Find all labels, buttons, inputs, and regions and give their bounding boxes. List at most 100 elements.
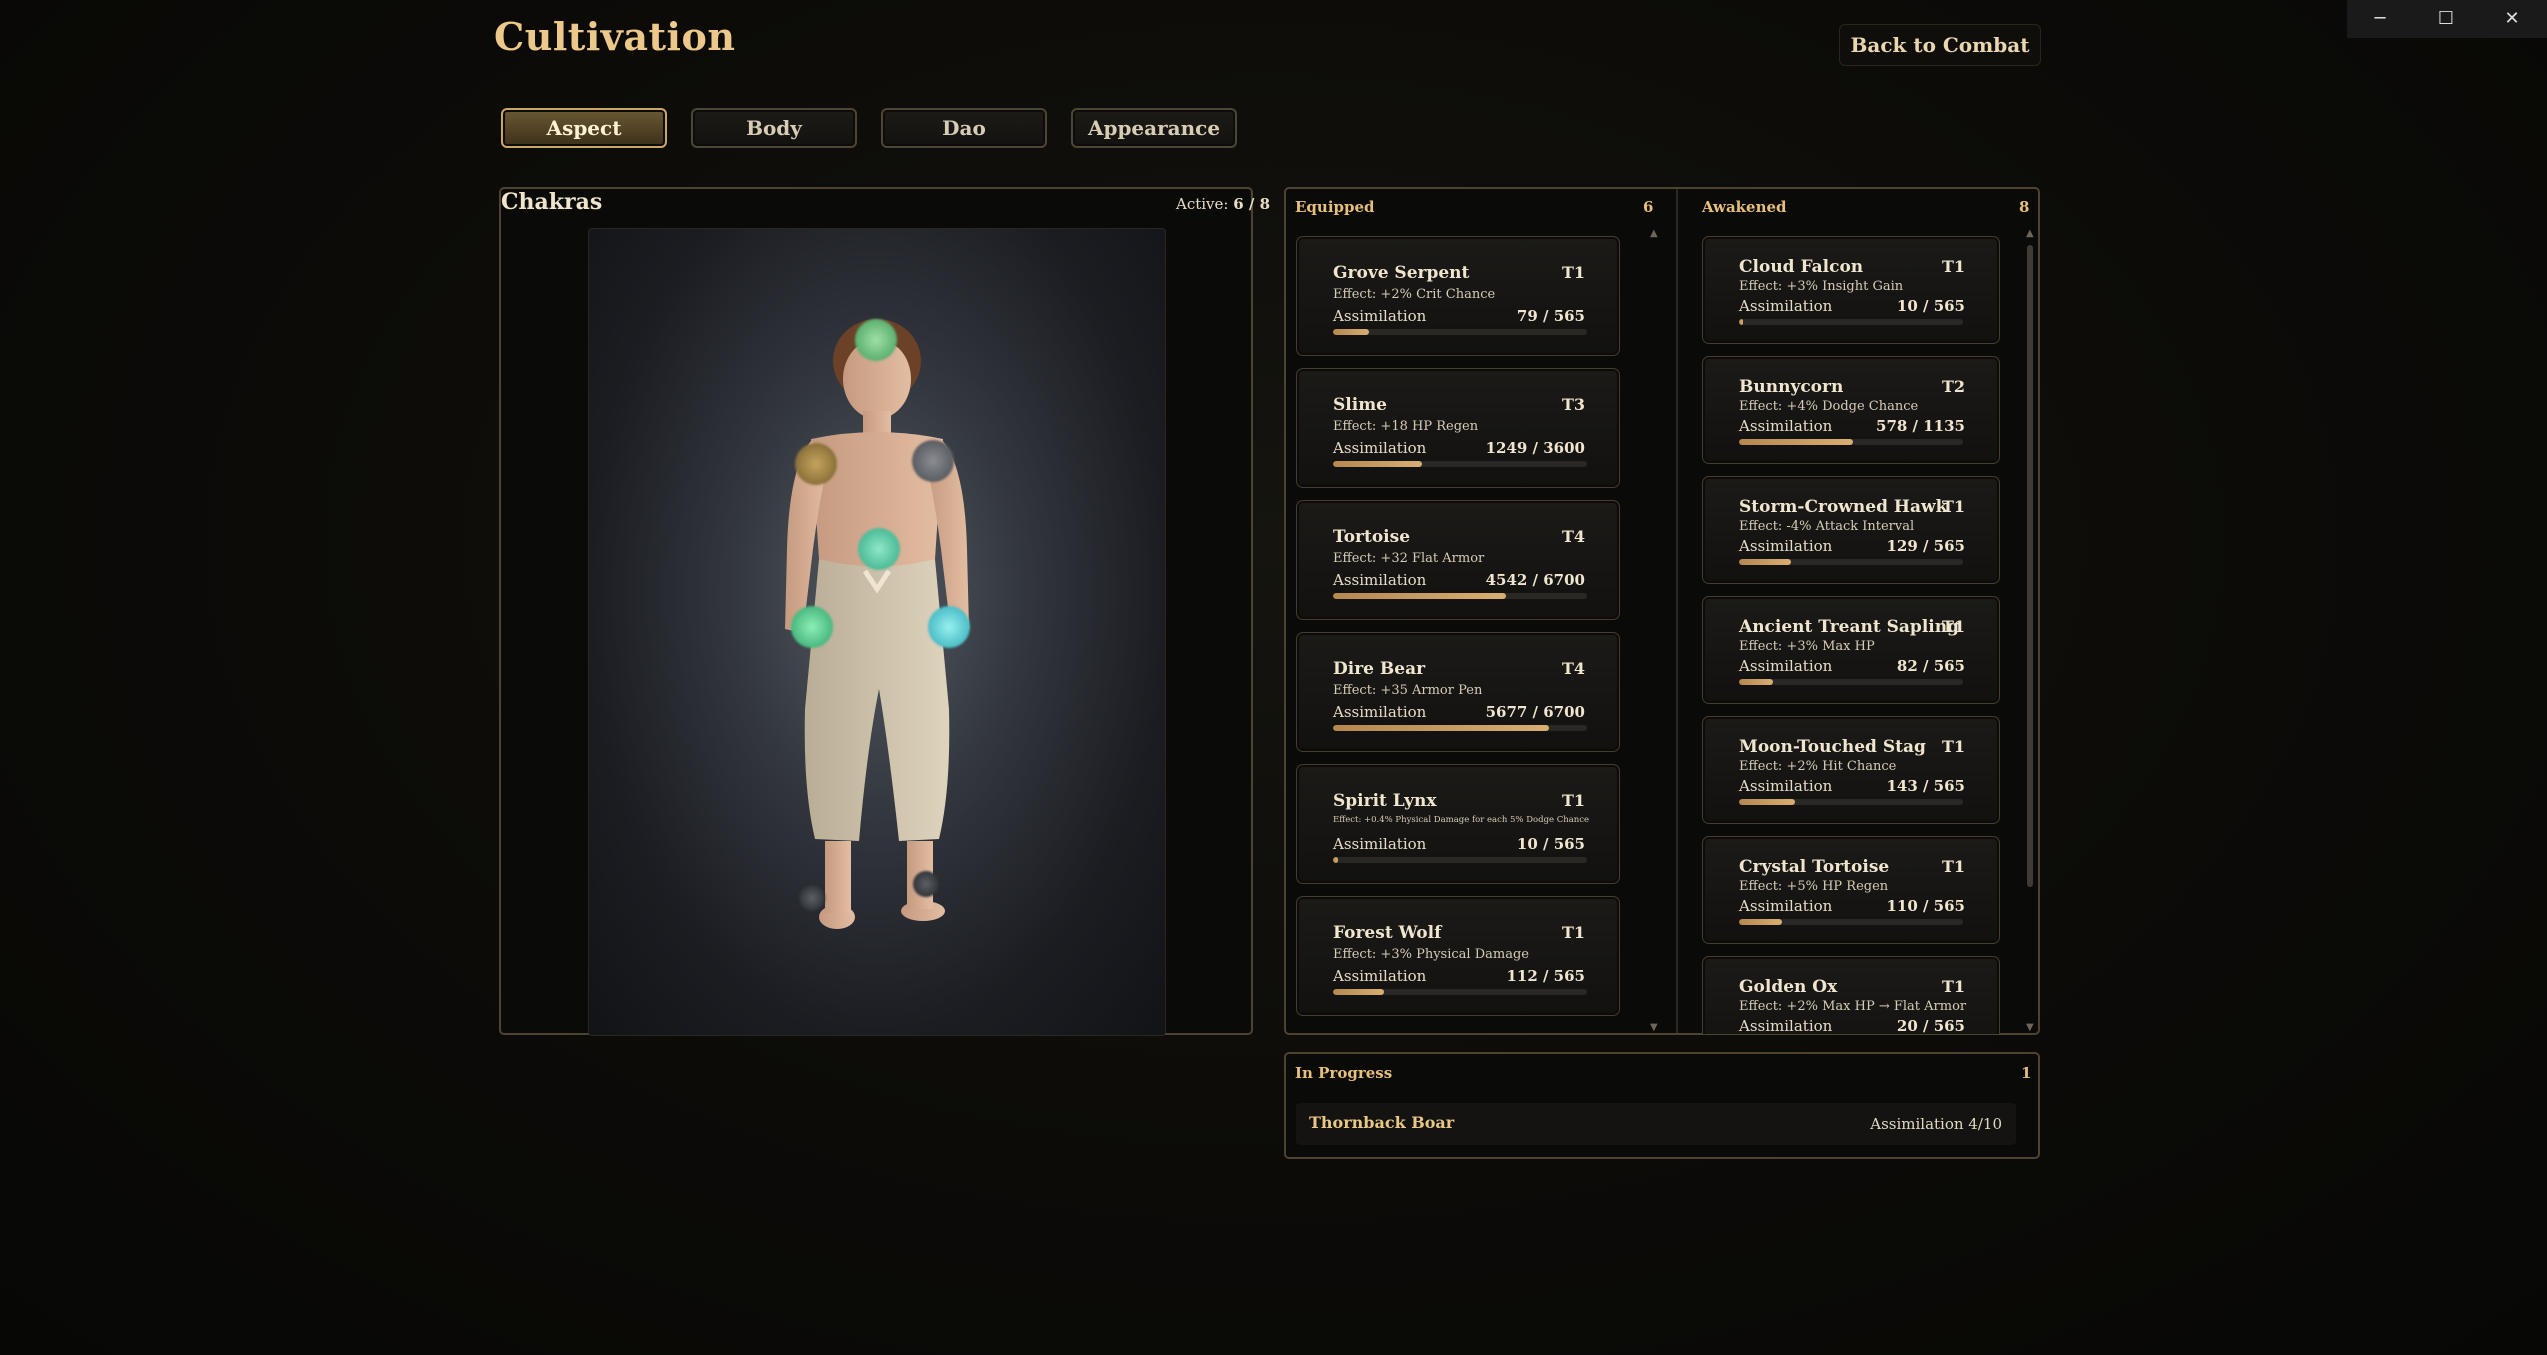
assimilation-bar-fill [1333,593,1506,599]
chakra-orb-left-hand[interactable] [791,606,833,648]
card-assimilation-label: Assimilation [1333,307,1427,325]
chakra-orb-crown[interactable] [855,319,897,361]
card-effect: Effect: +18 HP Regen [1333,419,1479,434]
awakened-header: Awakened [1702,198,1787,216]
card-assimilation-label: Assimilation [1333,835,1427,853]
chakra-orb-heart[interactable] [858,528,900,570]
card-assimilation-label: Assimilation [1333,967,1427,985]
card-name: Moon-Touched Stag [1739,737,1926,757]
awakened-list: Cloud Falcon T1 Effect: +3% Insight Gain… [1700,236,2010,1034]
chakra-orb-left-foot[interactable] [799,885,825,911]
awakened-scroll-up-icon[interactable]: ▲ [2026,228,2034,239]
chakra-orb-right-hand[interactable] [928,606,970,648]
card-assimilation-label: Assimilation [1333,571,1427,589]
assimilation-bar-fill [1333,857,1339,863]
equipped-card-forest-wolf[interactable]: Forest Wolf T1 Effect: +3% Physical Dama… [1296,896,1620,1016]
equipped-card-slime[interactable]: Slime T3 Effect: +18 HP Regen Assimilati… [1296,368,1620,488]
in-progress-item-status: Assimilation 4/10 [1870,1115,2002,1133]
assimilation-bar-fill [1739,559,1791,565]
equipped-card-grove-serpent[interactable]: Grove Serpent T1 Effect: +2% Crit Chance… [1296,236,1620,356]
card-tier: T1 [1941,857,1965,876]
awakened-count: 8 [2019,198,2030,216]
card-assimilation-value: 82 / 565 [1896,657,1965,675]
card-assimilation-label: Assimilation [1739,537,1833,555]
in-progress-item-name: Thornback Boar [1309,1113,1455,1132]
card-effect: Effect: +4% Dodge Chance [1739,399,1919,414]
in-progress-count: 1 [2021,1064,2032,1082]
card-tier: T1 [1561,263,1585,282]
awakened-card-ancient-treant-sapling[interactable]: Ancient Treant Sapling T1 Effect: +3% Ma… [1702,596,2000,704]
card-name: Dire Bear [1333,659,1426,679]
assimilation-bar [1333,725,1587,731]
awakened-card-cloud-falcon[interactable]: Cloud Falcon T1 Effect: +3% Insight Gain… [1702,236,2000,344]
card-assimilation-label: Assimilation [1739,1017,1833,1034]
assimilation-bar [1333,329,1587,335]
equipped-scroll-up-icon[interactable]: ▲ [1650,228,1658,239]
awakened-scroll-down-icon[interactable]: ▼ [2026,1022,2034,1033]
card-name: Grove Serpent [1333,263,1470,283]
tab-dao[interactable]: Dao [881,108,1047,148]
equipped-card-tortoise[interactable]: Tortoise T4 Effect: +32 Flat Armor Assim… [1296,500,1620,620]
card-assimilation-value: 4542 / 6700 [1485,571,1585,589]
active-label: Active: [1176,195,1229,213]
equipped-card-spirit-lynx[interactable]: Spirit Lynx T1 Effect: +0.4% Physical Da… [1296,764,1620,884]
card-assimilation-value: 112 / 565 [1506,967,1585,985]
assimilation-bar-fill [1333,725,1549,731]
awakened-card-crystal-tortoise[interactable]: Crystal Tortoise T1 Effect: +5% HP Regen… [1702,836,2000,944]
card-effect: Effect: +32 Flat Armor [1333,551,1485,566]
card-name: Crystal Tortoise [1739,857,1890,877]
card-effect: Effect: +2% Hit Chance [1739,759,1897,774]
card-assimilation-value: 79 / 565 [1516,307,1585,325]
assimilation-bar-fill [1333,989,1384,995]
card-name: Bunnycorn [1739,377,1844,397]
equipped-card-dire-bear[interactable]: Dire Bear T4 Effect: +35 Armor Pen Assim… [1296,632,1620,752]
card-name: Slime [1333,395,1387,415]
assimilation-bar-fill [1739,679,1773,685]
awakened-card-bunnycorn[interactable]: Bunnycorn T2 Effect: +4% Dodge Chance As… [1702,356,2000,464]
chakra-orb-right-foot[interactable] [913,871,939,897]
card-name: Ancient Treant Sapling [1739,617,1959,637]
assimilation-bar-fill [1333,329,1369,335]
assimilation-bar [1739,439,1963,445]
awakened-card-golden-ox[interactable]: Golden Ox T1 Effect: +2% Max HP → Flat A… [1702,956,2000,1034]
tab-aspect[interactable]: Aspect [501,108,667,148]
window-controls: ─ ☐ ✕ [2347,0,2547,38]
chakra-orb-left-shoulder[interactable] [795,443,837,485]
back-to-combat-button[interactable]: Back to Combat [1839,24,2041,66]
awakened-card-storm-crowned-hawk[interactable]: Storm-Crowned Hawk T1 Effect: -4% Attack… [1702,476,2000,584]
chakra-orb-right-shoulder[interactable] [912,440,954,482]
equipped-count: 6 [1643,198,1654,216]
card-assimilation-value: 20 / 565 [1896,1017,1965,1034]
assimilation-bar [1739,319,1963,325]
assimilation-bar-fill [1739,319,1744,325]
maximize-icon[interactable]: ☐ [2413,0,2479,36]
character-portrait [588,228,1166,1036]
tab-body[interactable]: Body [691,108,857,148]
equipped-scroll-down-icon[interactable]: ▼ [1650,1022,1658,1033]
card-assimilation-label: Assimilation [1739,777,1833,795]
card-assimilation-value: 578 / 1135 [1876,417,1965,435]
awakened-scrollbar[interactable] [2027,245,2033,887]
card-effect: Effect: +5% HP Regen [1739,879,1889,894]
card-assimilation-value: 129 / 565 [1886,537,1965,555]
assimilation-bar [1739,559,1963,565]
column-divider [1676,189,1678,1033]
card-tier: T3 [1561,395,1585,414]
awakened-card-moon-touched-stag[interactable]: Moon-Touched Stag T1 Effect: +2% Hit Cha… [1702,716,2000,824]
minimize-icon[interactable]: ─ [2347,0,2413,36]
card-effect: Effect: +3% Physical Damage [1333,947,1529,962]
card-tier: T1 [1941,977,1965,996]
card-assimilation-label: Assimilation [1333,703,1427,721]
card-assimilation-value: 10 / 565 [1516,835,1585,853]
assimilation-bar-fill [1739,439,1854,445]
in-progress-header: In Progress [1295,1064,1393,1082]
card-name: Spirit Lynx [1333,791,1437,811]
card-effect: Effect: +3% Max HP [1739,639,1875,654]
card-tier: T4 [1561,527,1585,546]
tab-appearance[interactable]: Appearance [1071,108,1237,148]
card-effect: Effect: +2% Crit Chance [1333,287,1496,302]
tab-bar: Aspect Body Dao Appearance [501,108,1237,148]
card-effect: Effect: +35 Armor Pen [1333,683,1483,698]
card-tier: T1 [1941,737,1965,756]
close-icon[interactable]: ✕ [2479,0,2545,36]
